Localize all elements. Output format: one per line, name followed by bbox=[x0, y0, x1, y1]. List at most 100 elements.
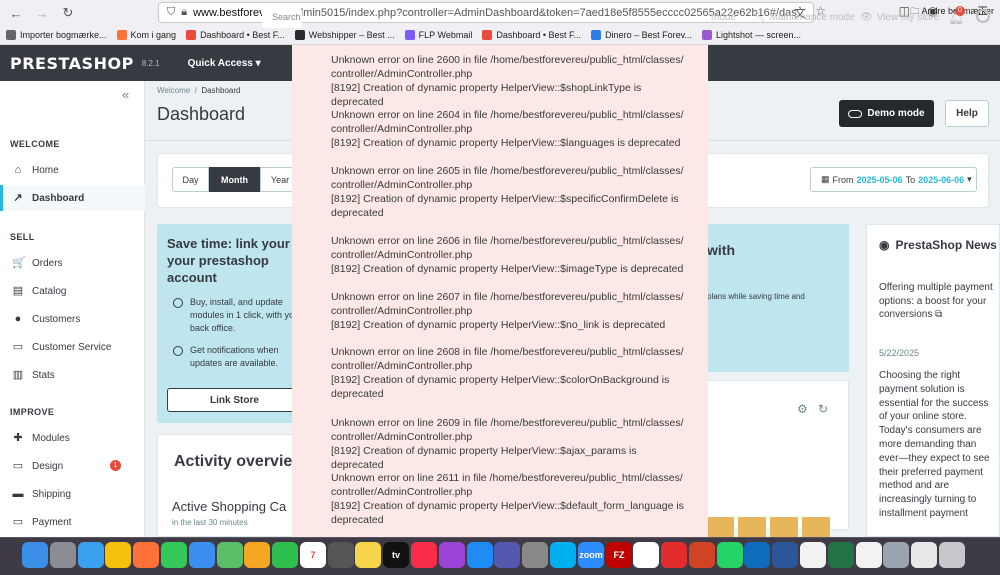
whatsapp-icon[interactable] bbox=[717, 542, 743, 568]
textedit-icon[interactable] bbox=[856, 542, 882, 568]
outlook-icon[interactable] bbox=[744, 542, 770, 568]
sidebar-item-orders[interactable]: 🛒 Orders bbox=[0, 250, 145, 276]
trash-icon[interactable] bbox=[939, 542, 965, 568]
maintenance-mode-link[interactable]: 🔧︎ Maintenance mode bbox=[753, 12, 855, 23]
bookmark-item[interactable]: Lightshot — screen... bbox=[701, 30, 801, 40]
back-icon[interactable]: ← bbox=[6, 3, 26, 23]
sidebar-item-dashboard[interactable]: ↗ Dashboard bbox=[0, 185, 145, 211]
error-message: Unknown error on line 2607 in file /home… bbox=[331, 291, 684, 331]
sidebar: « WELCOME ⌂ Home ↗ Dashboard SELL 🛒 Orders ▤ Cata… bbox=[0, 81, 145, 537]
acrobat-icon[interactable] bbox=[661, 542, 687, 568]
skype-icon[interactable] bbox=[550, 542, 576, 568]
preview-icon[interactable] bbox=[883, 542, 909, 568]
bookmark-item[interactable]: FLP Webmail bbox=[404, 30, 472, 40]
active-carts-note: in the last 30 minutes bbox=[172, 518, 248, 527]
launchpad-icon[interactable] bbox=[50, 542, 76, 568]
chrome-icon[interactable] bbox=[105, 542, 131, 568]
firefox-icon[interactable] bbox=[133, 542, 159, 568]
bookmark-item[interactable]: Importer bogmærke... bbox=[6, 30, 107, 40]
podcasts-icon[interactable] bbox=[439, 542, 465, 568]
notification-badge: 0 bbox=[955, 6, 965, 16]
period-month-button[interactable]: Month bbox=[209, 167, 260, 192]
view-store-link[interactable]: 👁︎ View my store bbox=[860, 12, 939, 23]
sidebar-item-customer-service[interactable]: ▭ Customer Service bbox=[0, 334, 145, 360]
sidebar-item-modules[interactable]: ✚ Modules bbox=[0, 425, 145, 451]
demo-mode-button[interactable]: Demo mode bbox=[839, 100, 934, 127]
bookmark-item[interactable]: Kom i gang bbox=[116, 30, 176, 40]
sidebar-item-design[interactable]: ▭ Design 1 bbox=[0, 453, 145, 479]
bookmark-item[interactable]: Dashboard • Best F... bbox=[186, 30, 285, 40]
finder-icon[interactable] bbox=[22, 542, 48, 568]
collapse-sidebar-icon[interactable]: « bbox=[122, 87, 129, 102]
calendar-icon[interactable]: 7 bbox=[300, 542, 326, 568]
date-range-picker[interactable]: ▦ From 2025-05-06 To 2025-06-06 ▾ bbox=[810, 167, 977, 192]
sidebar-item-icon: ✚ bbox=[13, 432, 23, 444]
user-avatar-icon[interactable] bbox=[976, 9, 990, 23]
filezilla-icon[interactable]: FZ bbox=[606, 542, 632, 568]
error-message: Unknown error on line 2604 in file /home… bbox=[331, 109, 684, 149]
sidebar-item-stats[interactable]: ▥ Stats bbox=[0, 362, 145, 388]
downloads-icon[interactable] bbox=[911, 542, 937, 568]
bookmark-item[interactable]: Dinero – Best Forev... bbox=[591, 30, 692, 40]
breadcrumb-dashboard: Dashboard bbox=[201, 86, 241, 95]
sidebar-item-payment[interactable]: ▭ Payment bbox=[0, 509, 145, 535]
zoom-icon[interactable]: zoom bbox=[578, 542, 604, 568]
link-store-button[interactable]: Link Store bbox=[167, 388, 302, 412]
help-button[interactable]: Help bbox=[945, 100, 989, 127]
version-label: 8.2.1 bbox=[141, 58, 160, 68]
bookmark-item[interactable]: Dashboard • Best F... bbox=[482, 30, 581, 40]
word-icon[interactable] bbox=[772, 542, 798, 568]
tv-icon[interactable]: tv bbox=[383, 542, 409, 568]
period-day-button[interactable]: Day bbox=[172, 167, 209, 192]
promo-title: Save time: link your to your prestashop … bbox=[167, 236, 302, 285]
macos-dock: 7 tv zoom FZ bbox=[0, 537, 1000, 575]
eye-icon: 👁︎ bbox=[860, 12, 873, 23]
prestashop-logo[interactable]: PRESTASHOP bbox=[10, 54, 134, 73]
configure-icon[interactable]: ⚙ bbox=[797, 402, 808, 416]
debug-mode-label[interactable]: mode bbox=[711, 12, 736, 23]
mail-icon[interactable] bbox=[189, 542, 215, 568]
music-icon[interactable] bbox=[411, 542, 437, 568]
sidebar-section-sell: SELL bbox=[10, 232, 35, 242]
excel-icon[interactable] bbox=[828, 542, 854, 568]
sidebar-item-home[interactable]: ⌂ Home bbox=[0, 157, 145, 183]
link-account-promo: Save time: link your to your prestashop … bbox=[157, 224, 302, 423]
messages-icon[interactable] bbox=[161, 542, 187, 568]
photos-icon[interactable] bbox=[244, 542, 270, 568]
quick-access-button[interactable]: Quick Access ▾ bbox=[188, 58, 261, 69]
safari-icon[interactable] bbox=[78, 542, 104, 568]
refresh-icon[interactable]: ↻ bbox=[818, 402, 828, 416]
teams-icon[interactable] bbox=[494, 542, 520, 568]
sidebar-item-customers[interactable]: ● Customers bbox=[0, 306, 145, 332]
bar bbox=[770, 517, 798, 537]
sidebar-item-catalog[interactable]: ▤ Catalog bbox=[0, 278, 145, 304]
prestashop-news-panel: ◉ PrestaShop News Offering multiple paym… bbox=[866, 224, 1000, 537]
check-circle-icon bbox=[173, 298, 183, 308]
news-body: Choosing the right payment solution is e… bbox=[879, 370, 990, 519]
active-carts-title: Active Shopping Ca bbox=[172, 499, 287, 514]
calculator-icon[interactable] bbox=[328, 542, 354, 568]
header-search-input[interactable]: Search bbox=[262, 8, 302, 28]
bookmark-icon bbox=[186, 30, 197, 40]
notes-icon[interactable] bbox=[355, 542, 381, 568]
lock-icon: 🔒︎ bbox=[181, 6, 188, 18]
breadcrumb-welcome[interactable]: Welcome bbox=[157, 86, 190, 95]
sidebar-item-shipping[interactable]: ▬ Shipping bbox=[0, 481, 145, 507]
caret-down-icon: ▾ bbox=[967, 174, 972, 184]
sidebar-item-label: Shipping bbox=[32, 488, 71, 500]
promo-banner-right: with plans while saving time and bbox=[700, 224, 849, 372]
photos2-icon[interactable] bbox=[800, 542, 826, 568]
maps-icon[interactable] bbox=[217, 542, 243, 568]
settings-icon[interactable] bbox=[522, 542, 548, 568]
bookmark-item[interactable]: Webshipper – Best ... bbox=[294, 30, 395, 40]
app-store-icon[interactable] bbox=[467, 542, 493, 568]
news-article-link[interactable]: Offering multiple payment options: a boo… bbox=[879, 281, 997, 322]
onedrive-icon[interactable] bbox=[633, 542, 659, 568]
sidebar-item-label: Customer Service bbox=[32, 341, 112, 353]
bar bbox=[706, 517, 734, 537]
facetime-icon[interactable] bbox=[272, 542, 298, 568]
bookmark-icon bbox=[591, 30, 602, 40]
powerpoint-icon[interactable] bbox=[689, 542, 715, 568]
reload-icon[interactable]: ↻ bbox=[58, 3, 78, 23]
forward-icon[interactable]: → bbox=[32, 3, 52, 23]
